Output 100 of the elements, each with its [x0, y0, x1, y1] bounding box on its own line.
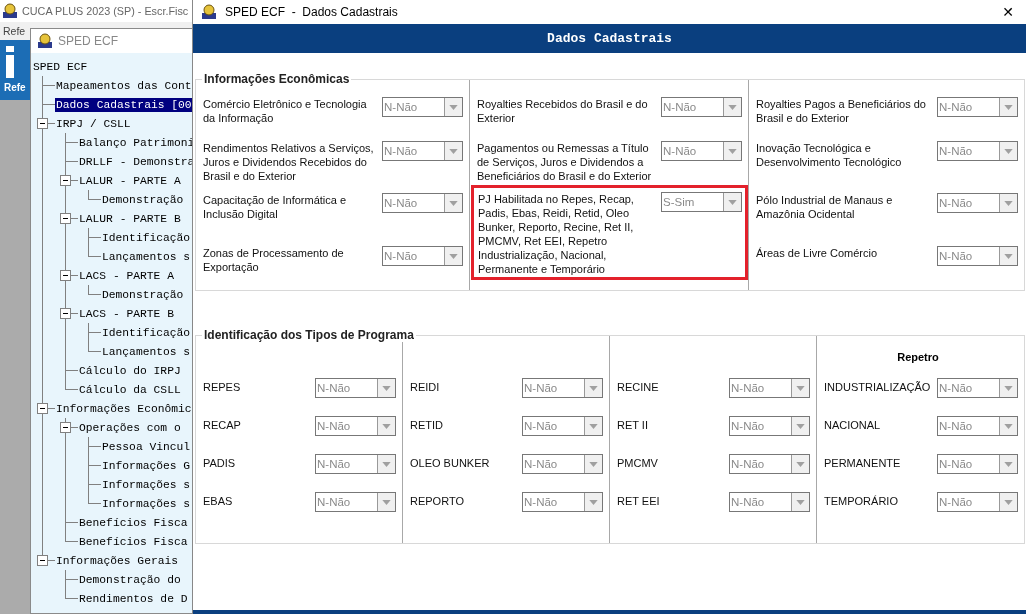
- dropdown-arrow-icon: [449, 148, 458, 154]
- tree-item[interactable]: Lançamentos s: [101, 344, 192, 359]
- close-button[interactable]: ✕: [990, 3, 1026, 20]
- dropdown-arrow-icon: [1004, 104, 1013, 110]
- dropdown-arrow-icon: [728, 199, 737, 205]
- dropdown-arrow-icon: [1004, 148, 1013, 154]
- dropdown-arrow-icon: [796, 385, 805, 391]
- field-label: REPES: [203, 380, 241, 393]
- dropdown-arrow-icon: [1004, 499, 1013, 505]
- dropdown-arrow-icon: [728, 148, 737, 154]
- field-label: RECAP: [203, 418, 241, 431]
- field-label: Rendimentos Relativos a Serviços, Juros e Dividendos Recebidos do Brasil e do Exterior: [203, 141, 375, 183]
- tree-item[interactable]: Benefícios Fisca: [78, 534, 189, 549]
- dropdown-arrow-icon: [1004, 253, 1013, 259]
- collapse-icon[interactable]: [60, 422, 71, 433]
- dropdown-arrow-icon: [796, 499, 805, 505]
- tree-item[interactable]: Identificação: [101, 230, 192, 245]
- tree-item[interactable]: Informações G: [101, 458, 192, 473]
- dropdown-arrow-icon: [796, 461, 805, 467]
- field-label: OLEO BUNKER: [410, 456, 490, 469]
- tree-item[interactable]: DRLLF - Demonstra: [78, 154, 196, 169]
- dropdown-arrow-icon: [382, 499, 391, 505]
- collapse-icon[interactable]: [37, 403, 48, 414]
- tree-item[interactable]: IRPJ / CSLL: [55, 116, 132, 131]
- tree-item[interactable]: LACS - PARTE B: [78, 306, 175, 321]
- tree-item[interactable]: Rendimentos de D: [78, 591, 189, 606]
- dropdown-arrow-icon: [589, 499, 598, 505]
- tree-item[interactable]: Informações Gerais: [55, 553, 180, 568]
- collapse-icon[interactable]: [37, 118, 48, 129]
- window-title: SPED ECF: [58, 34, 118, 48]
- field-label: RECINE: [617, 380, 659, 393]
- tree-item[interactable]: SPED ECF: [32, 59, 89, 74]
- column-heading: Repetro: [897, 351, 939, 363]
- dropdown-arrow-icon: [1004, 385, 1013, 391]
- dropdown-arrow-icon: [589, 461, 598, 467]
- field-label: Inovação Tecnológica e Desenvolvimento Tecnológico: [756, 141, 903, 169]
- field-label: INDUSTRIALIZAÇÃO: [824, 380, 931, 393]
- dropdown-arrow-icon: [728, 104, 737, 110]
- dropdown-arrow-icon: [382, 385, 391, 391]
- dropdown-arrow-icon: [1004, 461, 1013, 467]
- menu-item[interactable]: Refe: [3, 25, 26, 37]
- dropdown-arrow-icon: [382, 461, 391, 467]
- collapse-icon[interactable]: [60, 270, 71, 281]
- field-label: Pólo Industrial de Manaus e Amazônia Ocidental: [756, 193, 894, 221]
- tree-item[interactable]: Demonstração: [101, 287, 185, 302]
- collapse-icon[interactable]: [60, 213, 71, 224]
- field-label: Capacitação de Informática e Inclusão Digital: [203, 193, 348, 221]
- tree-item[interactable]: Identificação: [101, 325, 192, 340]
- tree-item[interactable]: LALUR - PARTE A: [78, 173, 182, 188]
- dropdown-arrow-icon: [449, 104, 458, 110]
- collapse-icon[interactable]: [60, 308, 71, 319]
- field-label: REIDI: [410, 380, 440, 393]
- tree-item[interactable]: Mapeamentos das Cont: [55, 78, 193, 93]
- dropdown-arrow-icon: [449, 253, 458, 259]
- app-icon: [2, 3, 18, 19]
- tree-item[interactable]: LACS - PARTE A: [78, 268, 175, 283]
- field-label: EBAS: [203, 494, 233, 507]
- field-label: PERMANENTE: [824, 456, 901, 469]
- dropdown-arrow-icon: [589, 385, 598, 391]
- field-label: RET EEI: [617, 494, 660, 507]
- dropdown-arrow-icon: [1004, 423, 1013, 429]
- field-label: Áreas de Livre Comércio: [756, 246, 879, 260]
- info-icon[interactable]: [4, 46, 16, 78]
- ribbon-label[interactable]: Refe: [4, 82, 26, 93]
- field-label: PMCMV: [617, 456, 658, 469]
- section-title: Informações Econômicas: [202, 72, 352, 86]
- app-icon: [37, 33, 53, 49]
- collapse-icon[interactable]: [60, 175, 71, 186]
- app-icon: [201, 3, 217, 20]
- field-label: Pagamentos ou Remessas a Título de Serviços, Juros e Dividendos a Beneficiários do Brasil e do Exterior: [477, 141, 653, 183]
- tree-item[interactable]: Benefícios Fisca: [78, 515, 189, 530]
- tree-item[interactable]: Demonstração do: [78, 572, 182, 587]
- tree-item[interactable]: Dados Cadastrais [00: [55, 97, 193, 112]
- section-title: Identificação dos Tipos de Programa: [202, 328, 416, 342]
- field-label: Zonas de Processamento de Exportação: [203, 246, 345, 274]
- tree-item[interactable]: Demonstração: [101, 192, 185, 207]
- tree-item[interactable]: LALUR - PARTE B: [78, 211, 182, 226]
- field-label: TEMPORÁRIO: [824, 494, 898, 507]
- field-label: PADIS: [203, 456, 236, 469]
- field-label: RETID: [410, 418, 443, 431]
- field-label: Comércio Eletrônico e Tecnologia da Informação: [203, 97, 368, 125]
- tree-item[interactable]: Pessoa Vincul: [101, 439, 192, 454]
- tree-item[interactable]: Balanço Patrimoni: [78, 135, 196, 150]
- field-label: PJ Habilitada no Repes, Recap, Padis, Ebas, Reidi, Retid, Oleo Bunker, Reporto, Recine, Ret II, PMCMV, Ret EEI, Repetro Industrialização, Nacional, Permanente e Temporário: [478, 192, 635, 276]
- tree-item[interactable]: Lançamentos s: [101, 249, 192, 264]
- tree-item[interactable]: Operações com o: [78, 420, 182, 435]
- tree-item[interactable]: Cálculo da CSLL: [78, 382, 182, 397]
- window-title: SPED ECF - Dados Cadastrais: [225, 4, 399, 19]
- field-label: RET II: [617, 418, 648, 431]
- dropdown-arrow-icon: [796, 423, 805, 429]
- field-label: Royalties Recebidos do Brasil e do Exterior: [477, 97, 649, 125]
- field-label: NACIONAL: [824, 418, 881, 431]
- tree-item[interactable]: Informações s: [101, 496, 192, 511]
- header-title: Dados Cadastrais: [547, 31, 672, 46]
- tree-item[interactable]: Cálculo do IRPJ: [78, 363, 182, 378]
- tree-item[interactable]: Informações Econômic: [55, 401, 193, 416]
- dropdown-arrow-icon: [382, 423, 391, 429]
- dropdown-arrow-icon: [1004, 200, 1013, 206]
- tree-item[interactable]: Informações s: [101, 477, 192, 492]
- collapse-icon[interactable]: [37, 555, 48, 566]
